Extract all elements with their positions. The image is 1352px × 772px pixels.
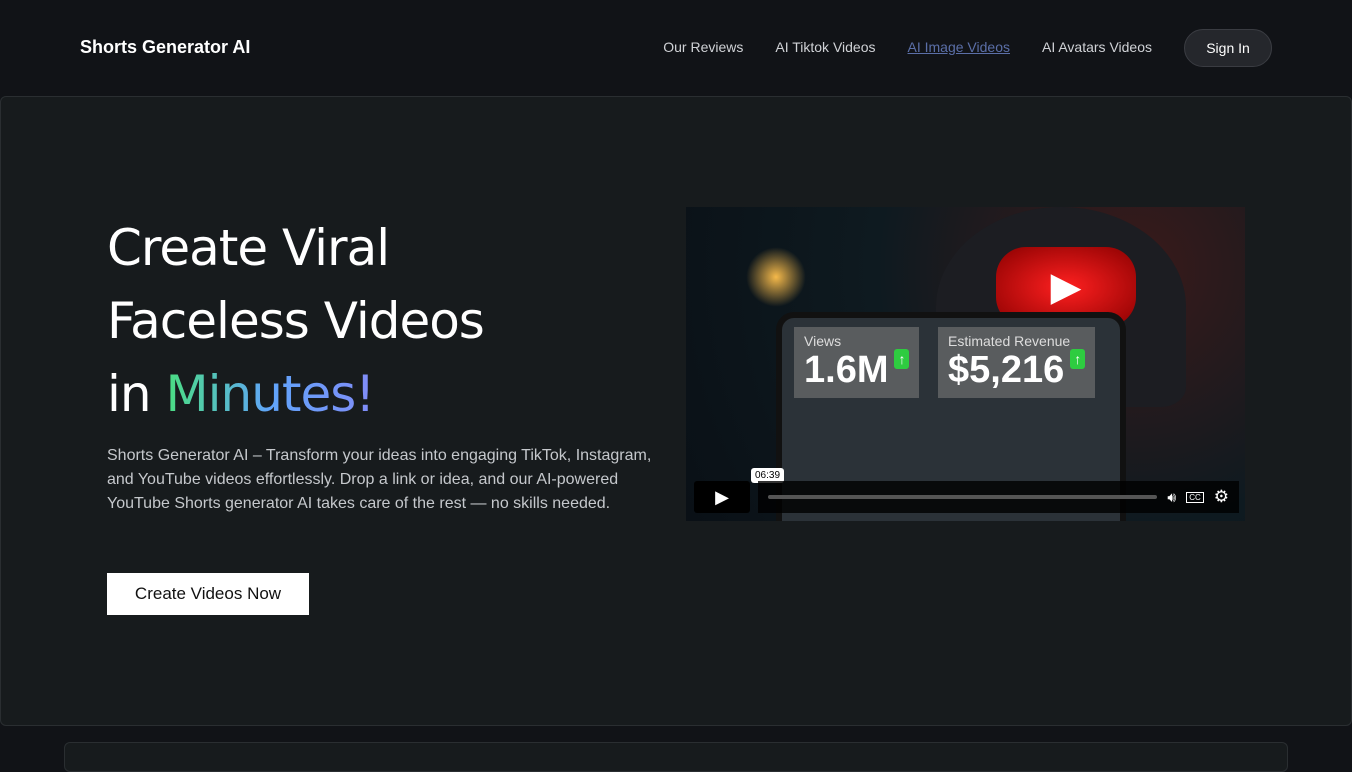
nav: Our Reviews AI Tiktok Videos AI Image Vi… xyxy=(663,39,1152,55)
nav-ai-image-videos[interactable]: AI Image Videos xyxy=(908,39,1010,55)
revenue-stat: Estimated Revenue $5,216 ↑ xyxy=(938,327,1096,398)
nav-ai-avatars-videos[interactable]: AI Avatars Videos xyxy=(1042,39,1152,55)
next-section xyxy=(64,742,1288,772)
video-player[interactable]: ▶ Views 1.6M ↑ Estimated Revenue $5,216 ↑ 06… xyxy=(686,207,1245,521)
lamp-glow xyxy=(746,247,806,307)
views-label: Views xyxy=(804,333,842,349)
sign-in-button[interactable]: Sign In xyxy=(1184,29,1272,67)
title-line-1: Create Viral xyxy=(107,219,390,277)
hero-title: Create Viral Faceless Videos in Minutes! xyxy=(107,212,485,431)
revenue-value: $5,216 xyxy=(948,349,1065,391)
settings-gear-icon[interactable]: ⚙ xyxy=(1214,487,1229,507)
views-stat: Views 1.6M ↑ xyxy=(794,327,920,398)
nav-ai-tiktok-videos[interactable]: AI Tiktok Videos xyxy=(775,39,875,55)
play-icon: ▶ xyxy=(715,486,729,507)
header: Shorts Generator AI Our Reviews AI Tikto… xyxy=(0,0,1352,96)
hero-description: Shorts Generator AI – Transform your ide… xyxy=(107,447,652,512)
nav-our-reviews[interactable]: Our Reviews xyxy=(663,39,743,55)
play-button[interactable]: ▶ xyxy=(694,481,750,513)
title-highlight: Minutes! xyxy=(165,365,375,423)
create-videos-button[interactable]: Create Videos Now xyxy=(107,573,309,615)
arrow-up-icon: ↑ xyxy=(1070,349,1086,369)
control-bar: 🔊︎ CC ⚙ xyxy=(758,481,1239,513)
video-controls: ▶ 🔊︎ CC ⚙ xyxy=(694,481,1239,513)
title-line-2: Faceless Videos xyxy=(107,292,485,350)
revenue-label: Estimated Revenue xyxy=(948,333,1071,349)
title-in: in xyxy=(107,365,166,423)
views-value: 1.6M xyxy=(804,349,889,391)
logo[interactable]: Shorts Generator AI xyxy=(80,37,250,58)
arrow-up-icon: ↑ xyxy=(894,349,910,369)
captions-icon[interactable]: CC xyxy=(1186,491,1204,503)
volume-icon[interactable]: 🔊︎ xyxy=(1167,489,1176,506)
progress-slider[interactable] xyxy=(768,495,1158,499)
